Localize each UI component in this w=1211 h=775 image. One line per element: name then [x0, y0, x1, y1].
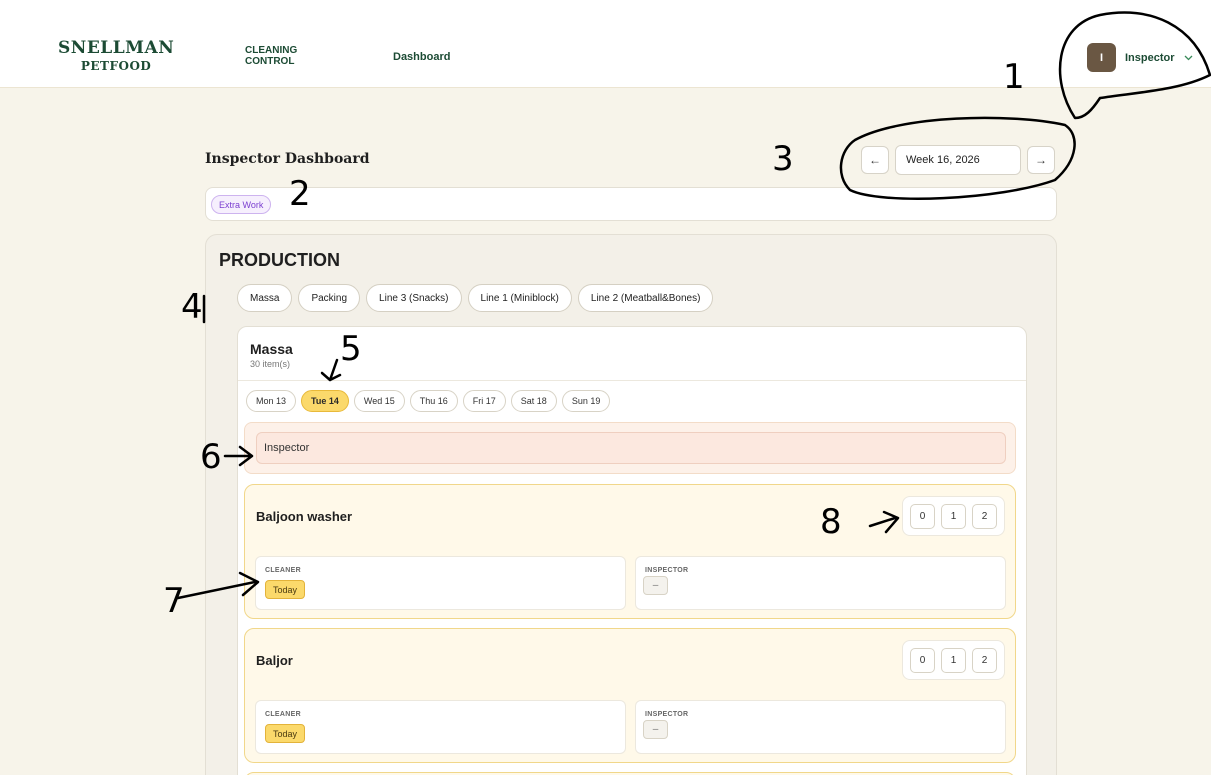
task-name: Baljor [256, 653, 293, 668]
inspector-row: Inspector [244, 422, 1016, 474]
line-tab-line3[interactable]: Line 3 (Snacks) [366, 284, 462, 312]
logo-text-line1: SNELLMAN [58, 38, 175, 58]
score-button-2[interactable]: 2 [972, 647, 997, 673]
task-card: Baljor 0 1 2 CLEANER Today INSPECTOR – [244, 628, 1016, 763]
cleaner-box: CLEANER Today [255, 556, 626, 610]
inspector-box: INSPECTOR – [635, 556, 1006, 610]
score-selector: 0 1 2 [902, 640, 1005, 680]
score-selector: 0 1 2 [902, 496, 1005, 536]
chevron-down-icon [1184, 53, 1193, 63]
production-section: PRODUCTION Massa Packing Line 3 (Snacks)… [205, 234, 1057, 775]
line-tabs: Massa Packing Line 3 (Snacks) Line 1 (Mi… [237, 284, 714, 312]
cleaner-box: CLEANER Today [255, 700, 626, 754]
day-tab-sun[interactable]: Sun 19 [561, 390, 611, 412]
logo-text-line2: PETFOOD [80, 59, 152, 73]
week-selector[interactable]: Week 16, 2026 [895, 145, 1021, 175]
day-tab-sat[interactable]: Sat 18 [510, 390, 557, 412]
line-tab-line1[interactable]: Line 1 (Miniblock) [467, 284, 572, 312]
line-tab-line2[interactable]: Line 2 (Meatball&Bones) [577, 284, 714, 312]
annotation-number-3: 3 [772, 139, 794, 179]
page-title: Inspector Dashboard [205, 151, 370, 167]
day-tab-mon[interactable]: Mon 13 [246, 390, 297, 412]
app-name-line2: CONTROL [245, 56, 295, 67]
inspector-status-badge[interactable]: – [643, 720, 668, 739]
top-header: SNELLMAN PETFOOD CLEANING CONTROL Dashbo… [0, 0, 1211, 88]
score-button-1[interactable]: 1 [941, 647, 966, 673]
cleaner-status-badge[interactable]: Today [265, 724, 306, 743]
score-button-2[interactable]: 2 [972, 503, 997, 529]
cleaner-label: CLEANER [265, 567, 301, 574]
inspector-label: INSPECTOR [645, 711, 689, 718]
cleaner-label: CLEANER [265, 711, 301, 718]
arrow-left-icon: ← [869, 153, 881, 167]
score-button-0[interactable]: 0 [910, 503, 935, 529]
filter-bar: Extra Work [205, 187, 1057, 221]
arrow-right-icon: → [1035, 153, 1047, 167]
company-logo[interactable]: SNELLMAN PETFOOD [58, 38, 175, 73]
line-tab-massa[interactable]: Massa [237, 284, 293, 312]
area-header: Massa 30 item(s) [238, 327, 1026, 381]
task-card: Baljoon washer 0 1 2 CLEANER Today INSPE… [244, 484, 1016, 619]
app-name-line1: CLEANING [245, 45, 298, 56]
user-name: Inspector [1125, 51, 1175, 64]
cleaner-status-badge[interactable]: Today [265, 580, 306, 599]
inspector-label: INSPECTOR [645, 567, 689, 574]
day-tab-fri[interactable]: Fri 17 [462, 390, 506, 412]
day-tab-tue[interactable]: Tue 14 [301, 390, 349, 412]
annotation-number-7: 7 [163, 581, 185, 621]
nav-dashboard-link[interactable]: Dashboard [393, 51, 450, 63]
extra-work-filter[interactable]: Extra Work [211, 195, 272, 214]
day-tabs: Mon 13 Tue 14 Wed 15 Thu 16 Fri 17 Sat 1… [246, 390, 611, 412]
area-item-count: 30 item(s) [250, 359, 291, 369]
inspector-field[interactable]: Inspector [256, 432, 1006, 464]
task-name: Baljoon washer [256, 509, 353, 524]
area-card-massa: Massa 30 item(s) Mon 13 Tue 14 Wed 15 Th… [237, 326, 1027, 775]
score-button-1[interactable]: 1 [941, 503, 966, 529]
week-navigator: ← Week 16, 2026 → [861, 145, 1055, 175]
app-name[interactable]: CLEANING CONTROL [245, 45, 297, 67]
prev-week-button[interactable]: ← [861, 146, 889, 174]
line-tab-packing[interactable]: Packing [298, 284, 361, 312]
next-week-button[interactable]: → [1027, 146, 1055, 174]
inspector-box: INSPECTOR – [635, 700, 1006, 754]
area-name: Massa [250, 341, 293, 357]
inspector-status-badge[interactable]: – [643, 576, 668, 595]
score-button-0[interactable]: 0 [910, 647, 935, 673]
section-title: PRODUCTION [219, 250, 340, 270]
day-tab-thu[interactable]: Thu 16 [409, 390, 458, 412]
day-tab-wed[interactable]: Wed 15 [353, 390, 405, 412]
user-menu[interactable]: I Inspector [1087, 43, 1193, 72]
annotation-number-4: 4 [181, 287, 203, 327]
avatar: I [1087, 43, 1116, 72]
